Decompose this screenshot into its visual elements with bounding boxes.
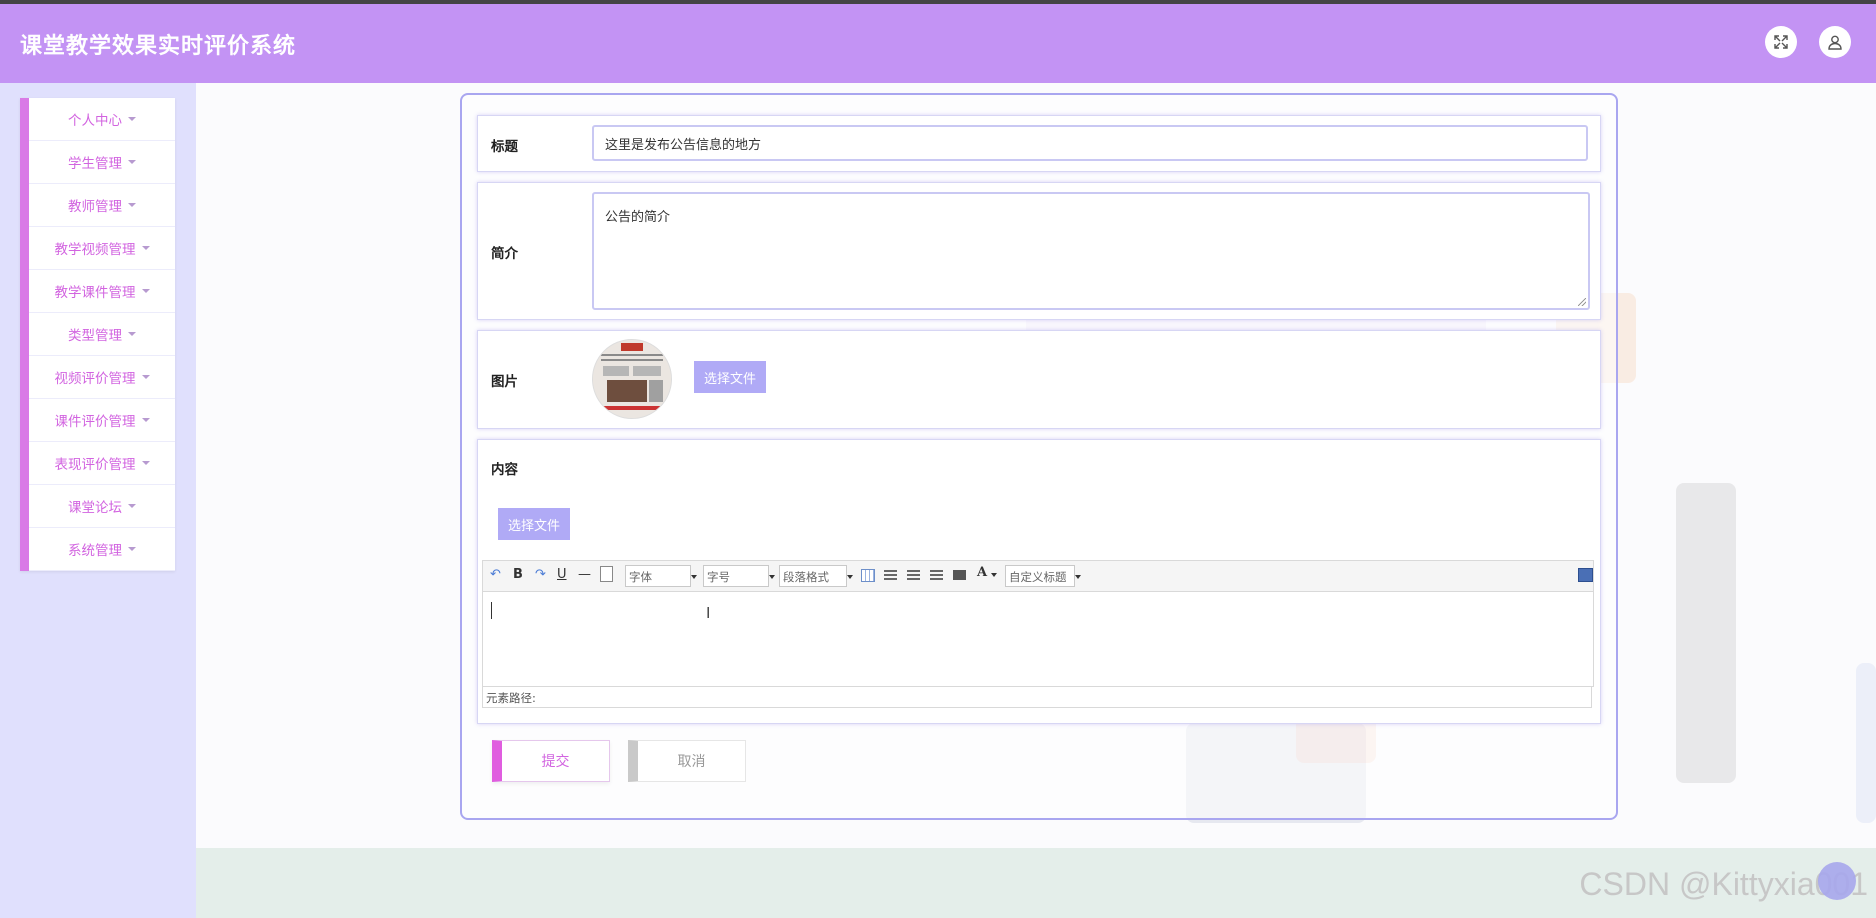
cancel-button[interactable]: 取消 bbox=[628, 740, 746, 782]
user-icon bbox=[1828, 35, 1842, 50]
font-size-select[interactable]: 字号 bbox=[703, 565, 775, 587]
sidebar-item-forum[interactable]: 课堂论坛 bbox=[29, 485, 175, 528]
horizontal-rule-icon[interactable]: — bbox=[578, 567, 591, 582]
intro-row: 简介 公告的简介 bbox=[477, 182, 1601, 320]
app-header: 课堂教学效果实时评价系统 bbox=[0, 4, 1876, 83]
bold-icon[interactable]: B bbox=[513, 567, 523, 582]
background-illustration bbox=[1856, 663, 1876, 823]
content-choose-file-button[interactable]: 选择文件 bbox=[498, 508, 571, 540]
table-icon[interactable] bbox=[861, 569, 875, 582]
newspaper-image-icon bbox=[593, 340, 671, 418]
image-row: 图片 选择文件 bbox=[477, 330, 1601, 429]
align-left-icon[interactable] bbox=[884, 570, 897, 580]
caret-down-icon bbox=[141, 375, 150, 379]
sidebar-item-videos[interactable]: 教学视频管理 bbox=[29, 227, 175, 270]
resize-grip-icon[interactable] bbox=[1578, 298, 1586, 306]
caret-down-icon bbox=[141, 461, 150, 465]
sidebar-item-performance-evaluation[interactable]: 表现评价管理 bbox=[29, 442, 175, 485]
sidebar: 个人中心 学生管理 教师管理 教学视频管理 教学课件管理 类型管理 视频评价管理… bbox=[0, 83, 196, 918]
app-title: 课堂教学效果实时评价系统 bbox=[20, 34, 297, 59]
paragraph-format-select[interactable]: 段落格式 bbox=[779, 565, 853, 587]
editor-toolbar: ↶ B ↷ U — 字体 字号 段落格式 A 自定义标题 bbox=[482, 560, 1594, 592]
font-select[interactable]: 字体 bbox=[625, 565, 697, 587]
align-center-icon[interactable] bbox=[930, 570, 943, 580]
caret-down-icon bbox=[128, 117, 136, 121]
i-beam-cursor-icon: I bbox=[706, 604, 711, 622]
sidebar-item-system[interactable]: 系统管理 bbox=[29, 528, 175, 571]
content-label: 内容 bbox=[491, 462, 518, 478]
caret-down-icon bbox=[141, 246, 150, 250]
background-illustration bbox=[1676, 483, 1736, 783]
floating-action-button[interactable] bbox=[1818, 862, 1856, 900]
font-color-icon[interactable]: A bbox=[977, 565, 987, 580]
sidebar-item-courseware-evaluation[interactable]: 课件评价管理 bbox=[29, 399, 175, 442]
font-color-dropdown-icon[interactable] bbox=[991, 573, 997, 577]
element-path: 元素路径: bbox=[482, 686, 1592, 708]
underline-icon[interactable]: U bbox=[557, 567, 567, 582]
image-thumbnail bbox=[592, 339, 672, 419]
new-document-icon[interactable] bbox=[600, 566, 613, 582]
caret-down-icon bbox=[141, 289, 150, 293]
notice-form: 标题 简介 公告的简介 图片 选择文件 内容 选择文 bbox=[460, 93, 1618, 820]
caret-down-icon bbox=[128, 504, 136, 508]
image-label: 图片 bbox=[491, 374, 518, 390]
custom-title-select[interactable]: 自定义标题 bbox=[1005, 565, 1081, 587]
caret-down-icon bbox=[128, 160, 136, 164]
intro-label: 简介 bbox=[491, 246, 518, 262]
sidebar-item-types[interactable]: 类型管理 bbox=[29, 313, 175, 356]
fullscreen-button[interactable] bbox=[1765, 26, 1797, 58]
undo-icon[interactable]: ↶ bbox=[490, 567, 501, 582]
fullscreen-icon bbox=[1774, 35, 1788, 49]
intro-textarea[interactable]: 公告的简介 bbox=[592, 192, 1590, 310]
title-row: 标题 bbox=[477, 115, 1601, 172]
align-right-icon[interactable] bbox=[907, 570, 920, 580]
user-button[interactable] bbox=[1819, 26, 1851, 58]
redo-icon[interactable]: ↷ bbox=[535, 567, 546, 582]
content-row: 内容 选择文件 ↶ B ↷ U — 字体 字号 段落格式 A 自定义标题 I 元… bbox=[477, 439, 1601, 724]
caret-down-icon bbox=[128, 547, 136, 551]
title-label: 标题 bbox=[491, 139, 518, 155]
caret-down-icon bbox=[128, 332, 136, 336]
fullscreen-editor-icon[interactable] bbox=[1578, 568, 1593, 582]
caret-down-icon bbox=[128, 203, 136, 207]
sidebar-item-personal-center[interactable]: 个人中心 bbox=[29, 98, 175, 141]
sidebar-item-video-evaluation[interactable]: 视频评价管理 bbox=[29, 356, 175, 399]
caret-down-icon bbox=[141, 418, 150, 422]
sidebar-menu: 个人中心 学生管理 教师管理 教学视频管理 教学课件管理 类型管理 视频评价管理… bbox=[20, 98, 175, 571]
sidebar-item-students[interactable]: 学生管理 bbox=[29, 141, 175, 184]
submit-button[interactable]: 提交 bbox=[492, 740, 610, 782]
sidebar-item-teachers[interactable]: 教师管理 bbox=[29, 184, 175, 227]
rich-text-editor[interactable]: I bbox=[482, 592, 1594, 687]
choose-image-button[interactable]: 选择文件 bbox=[694, 361, 767, 393]
sidebar-item-courseware[interactable]: 教学课件管理 bbox=[29, 270, 175, 313]
align-justify-icon[interactable] bbox=[953, 570, 966, 580]
text-cursor bbox=[491, 602, 492, 619]
title-input[interactable] bbox=[592, 125, 1588, 161]
